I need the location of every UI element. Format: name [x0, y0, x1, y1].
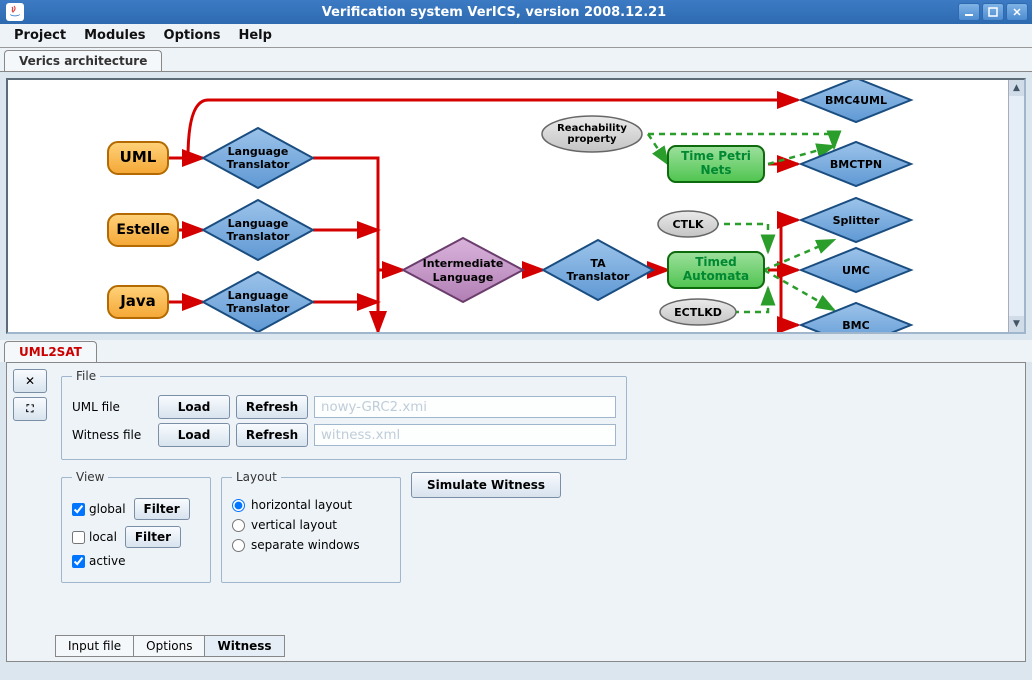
- tab-verics-architecture[interactable]: Verics architecture: [4, 50, 162, 71]
- menu-project[interactable]: Project: [6, 26, 74, 45]
- bottom-tabstrip: UML2SAT: [0, 340, 1032, 362]
- svg-text:Timed: Timed: [695, 255, 737, 269]
- svg-text:property: property: [567, 134, 617, 145]
- uml2sat-panel: ✕ ⛶ File UML file Load Refresh Witness f…: [6, 362, 1026, 662]
- node-java: Java: [119, 292, 156, 310]
- svg-text:Translator: Translator: [227, 302, 291, 315]
- local-filter-button[interactable]: Filter: [125, 526, 181, 548]
- global-checkbox[interactable]: [72, 503, 85, 516]
- top-tabstrip: Verics architecture: [0, 48, 1032, 72]
- node-uml: UML: [120, 148, 157, 166]
- horizontal-radio-label[interactable]: horizontal layout: [232, 498, 390, 512]
- local-checkbox-label[interactable]: local: [72, 530, 117, 544]
- svg-text:Nets: Nets: [700, 163, 731, 177]
- titlebar: Verification system VerICS, version 2008…: [0, 0, 1032, 24]
- svg-text:CTLK: CTLK: [672, 218, 704, 231]
- scroll-down-icon[interactable]: ▼: [1009, 316, 1024, 332]
- svg-text:ECTLKD: ECTLKD: [674, 306, 722, 319]
- architecture-diagram: UML Estelle Java LanguageTranslator Lang…: [6, 78, 1026, 334]
- svg-text:Language: Language: [433, 271, 494, 284]
- svg-text:Translator: Translator: [227, 158, 291, 171]
- svg-text:Time Petri: Time Petri: [681, 149, 751, 163]
- diagram-scrollbar[interactable]: ▲ ▼: [1008, 80, 1024, 332]
- svg-text:Automata: Automata: [683, 269, 749, 283]
- svg-text:Translator: Translator: [567, 270, 631, 283]
- tab-uml2sat[interactable]: UML2SAT: [4, 341, 97, 362]
- svg-text:BMCTPN: BMCTPN: [830, 158, 882, 171]
- separate-radio[interactable]: [232, 539, 245, 552]
- vertical-radio[interactable]: [232, 519, 245, 532]
- svg-text:Language: Language: [228, 217, 289, 230]
- subtab-input-file[interactable]: Input file: [55, 635, 133, 657]
- active-checkbox[interactable]: [72, 555, 85, 568]
- vertical-radio-label[interactable]: vertical layout: [232, 518, 390, 532]
- file-legend: File: [72, 369, 100, 383]
- minimize-button[interactable]: [958, 3, 980, 21]
- local-checkbox[interactable]: [72, 531, 85, 544]
- scroll-up-icon[interactable]: ▲: [1009, 80, 1024, 96]
- horizontal-radio[interactable]: [232, 499, 245, 512]
- menubar: Project Modules Options Help: [0, 24, 1032, 48]
- view-fieldset: View global Filter local Filter active: [61, 470, 211, 583]
- witness-load-button[interactable]: Load: [158, 423, 230, 447]
- svg-text:Splitter: Splitter: [833, 214, 880, 227]
- maximize-button[interactable]: [982, 3, 1004, 21]
- java-icon: [6, 3, 24, 21]
- svg-text:Language: Language: [228, 289, 289, 302]
- layout-legend: Layout: [232, 470, 281, 484]
- sub-tabstrip: Input file Options Witness: [55, 635, 285, 657]
- file-fieldset: File UML file Load Refresh Witness file …: [61, 369, 627, 460]
- view-legend: View: [72, 470, 108, 484]
- subtab-witness[interactable]: Witness: [204, 635, 284, 657]
- global-filter-button[interactable]: Filter: [134, 498, 190, 520]
- witness-refresh-button[interactable]: Refresh: [236, 423, 308, 447]
- simulate-witness-button[interactable]: Simulate Witness: [411, 472, 561, 498]
- uml-file-field[interactable]: [314, 396, 616, 418]
- svg-text:UMC: UMC: [842, 264, 870, 277]
- svg-text:TA: TA: [590, 257, 606, 270]
- svg-text:Translator: Translator: [227, 230, 291, 243]
- separate-radio-label[interactable]: separate windows: [232, 538, 390, 552]
- svg-text:Intermediate: Intermediate: [423, 257, 504, 270]
- uml-file-label: UML file: [72, 400, 152, 414]
- layout-fieldset: Layout horizontal layout vertical layout…: [221, 470, 401, 583]
- window-title: Verification system VerICS, version 2008…: [30, 5, 958, 20]
- close-window-button[interactable]: [1006, 3, 1028, 21]
- subtab-options[interactable]: Options: [133, 635, 204, 657]
- uml-load-button[interactable]: Load: [158, 395, 230, 419]
- menu-help[interactable]: Help: [230, 26, 279, 45]
- svg-text:BMC: BMC: [842, 319, 869, 332]
- active-checkbox-label[interactable]: active: [72, 554, 125, 568]
- expand-panel-button[interactable]: ⛶: [13, 397, 47, 421]
- node-estelle: Estelle: [116, 222, 169, 238]
- witness-file-field[interactable]: [314, 424, 616, 446]
- global-checkbox-label[interactable]: global: [72, 502, 126, 516]
- close-panel-button[interactable]: ✕: [13, 369, 47, 393]
- svg-text:Language: Language: [228, 145, 289, 158]
- svg-text:Reachability: Reachability: [557, 123, 627, 134]
- menu-modules[interactable]: Modules: [76, 26, 153, 45]
- svg-text:BMC4UML: BMC4UML: [825, 94, 887, 107]
- uml-refresh-button[interactable]: Refresh: [236, 395, 308, 419]
- menu-options[interactable]: Options: [156, 26, 229, 45]
- witness-file-label: Witness file: [72, 428, 152, 442]
